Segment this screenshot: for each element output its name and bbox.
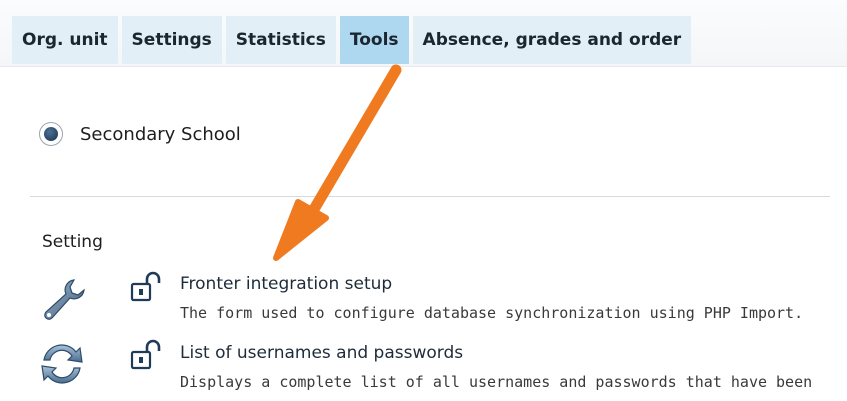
tab-statistics[interactable]: Statistics (225, 16, 336, 64)
wrench-icon (44, 279, 85, 320)
section-title: Setting (42, 232, 103, 252)
tab-list: Org. unit Settings Statistics Tools Abse… (12, 16, 692, 64)
tool-title-fronter-integration[interactable]: Fronter integration setup (180, 274, 392, 294)
org-unit-radio[interactable] (39, 122, 63, 146)
tool-description-usernames-passwords: Displays a complete list of all username… (180, 373, 813, 391)
sync-icon (41, 344, 83, 384)
org-unit-label: Secondary School (80, 124, 241, 145)
tool-title-usernames-passwords[interactable]: List of usernames and passwords (180, 343, 463, 363)
tab-org-unit[interactable]: Org. unit (12, 16, 118, 64)
tab-settings[interactable]: Settings (121, 16, 222, 64)
tab-bar: Org. unit Settings Statistics Tools Abse… (0, 0, 847, 67)
tab-absence-grades-order[interactable]: Absence, grades and order (412, 16, 692, 64)
divider (30, 196, 830, 197)
tool-description-fronter-integration: The form used to configure database sync… (180, 304, 804, 322)
tab-tools[interactable]: Tools (339, 16, 409, 64)
unlock-icon[interactable] (130, 271, 164, 303)
unlock-icon[interactable] (130, 339, 164, 371)
